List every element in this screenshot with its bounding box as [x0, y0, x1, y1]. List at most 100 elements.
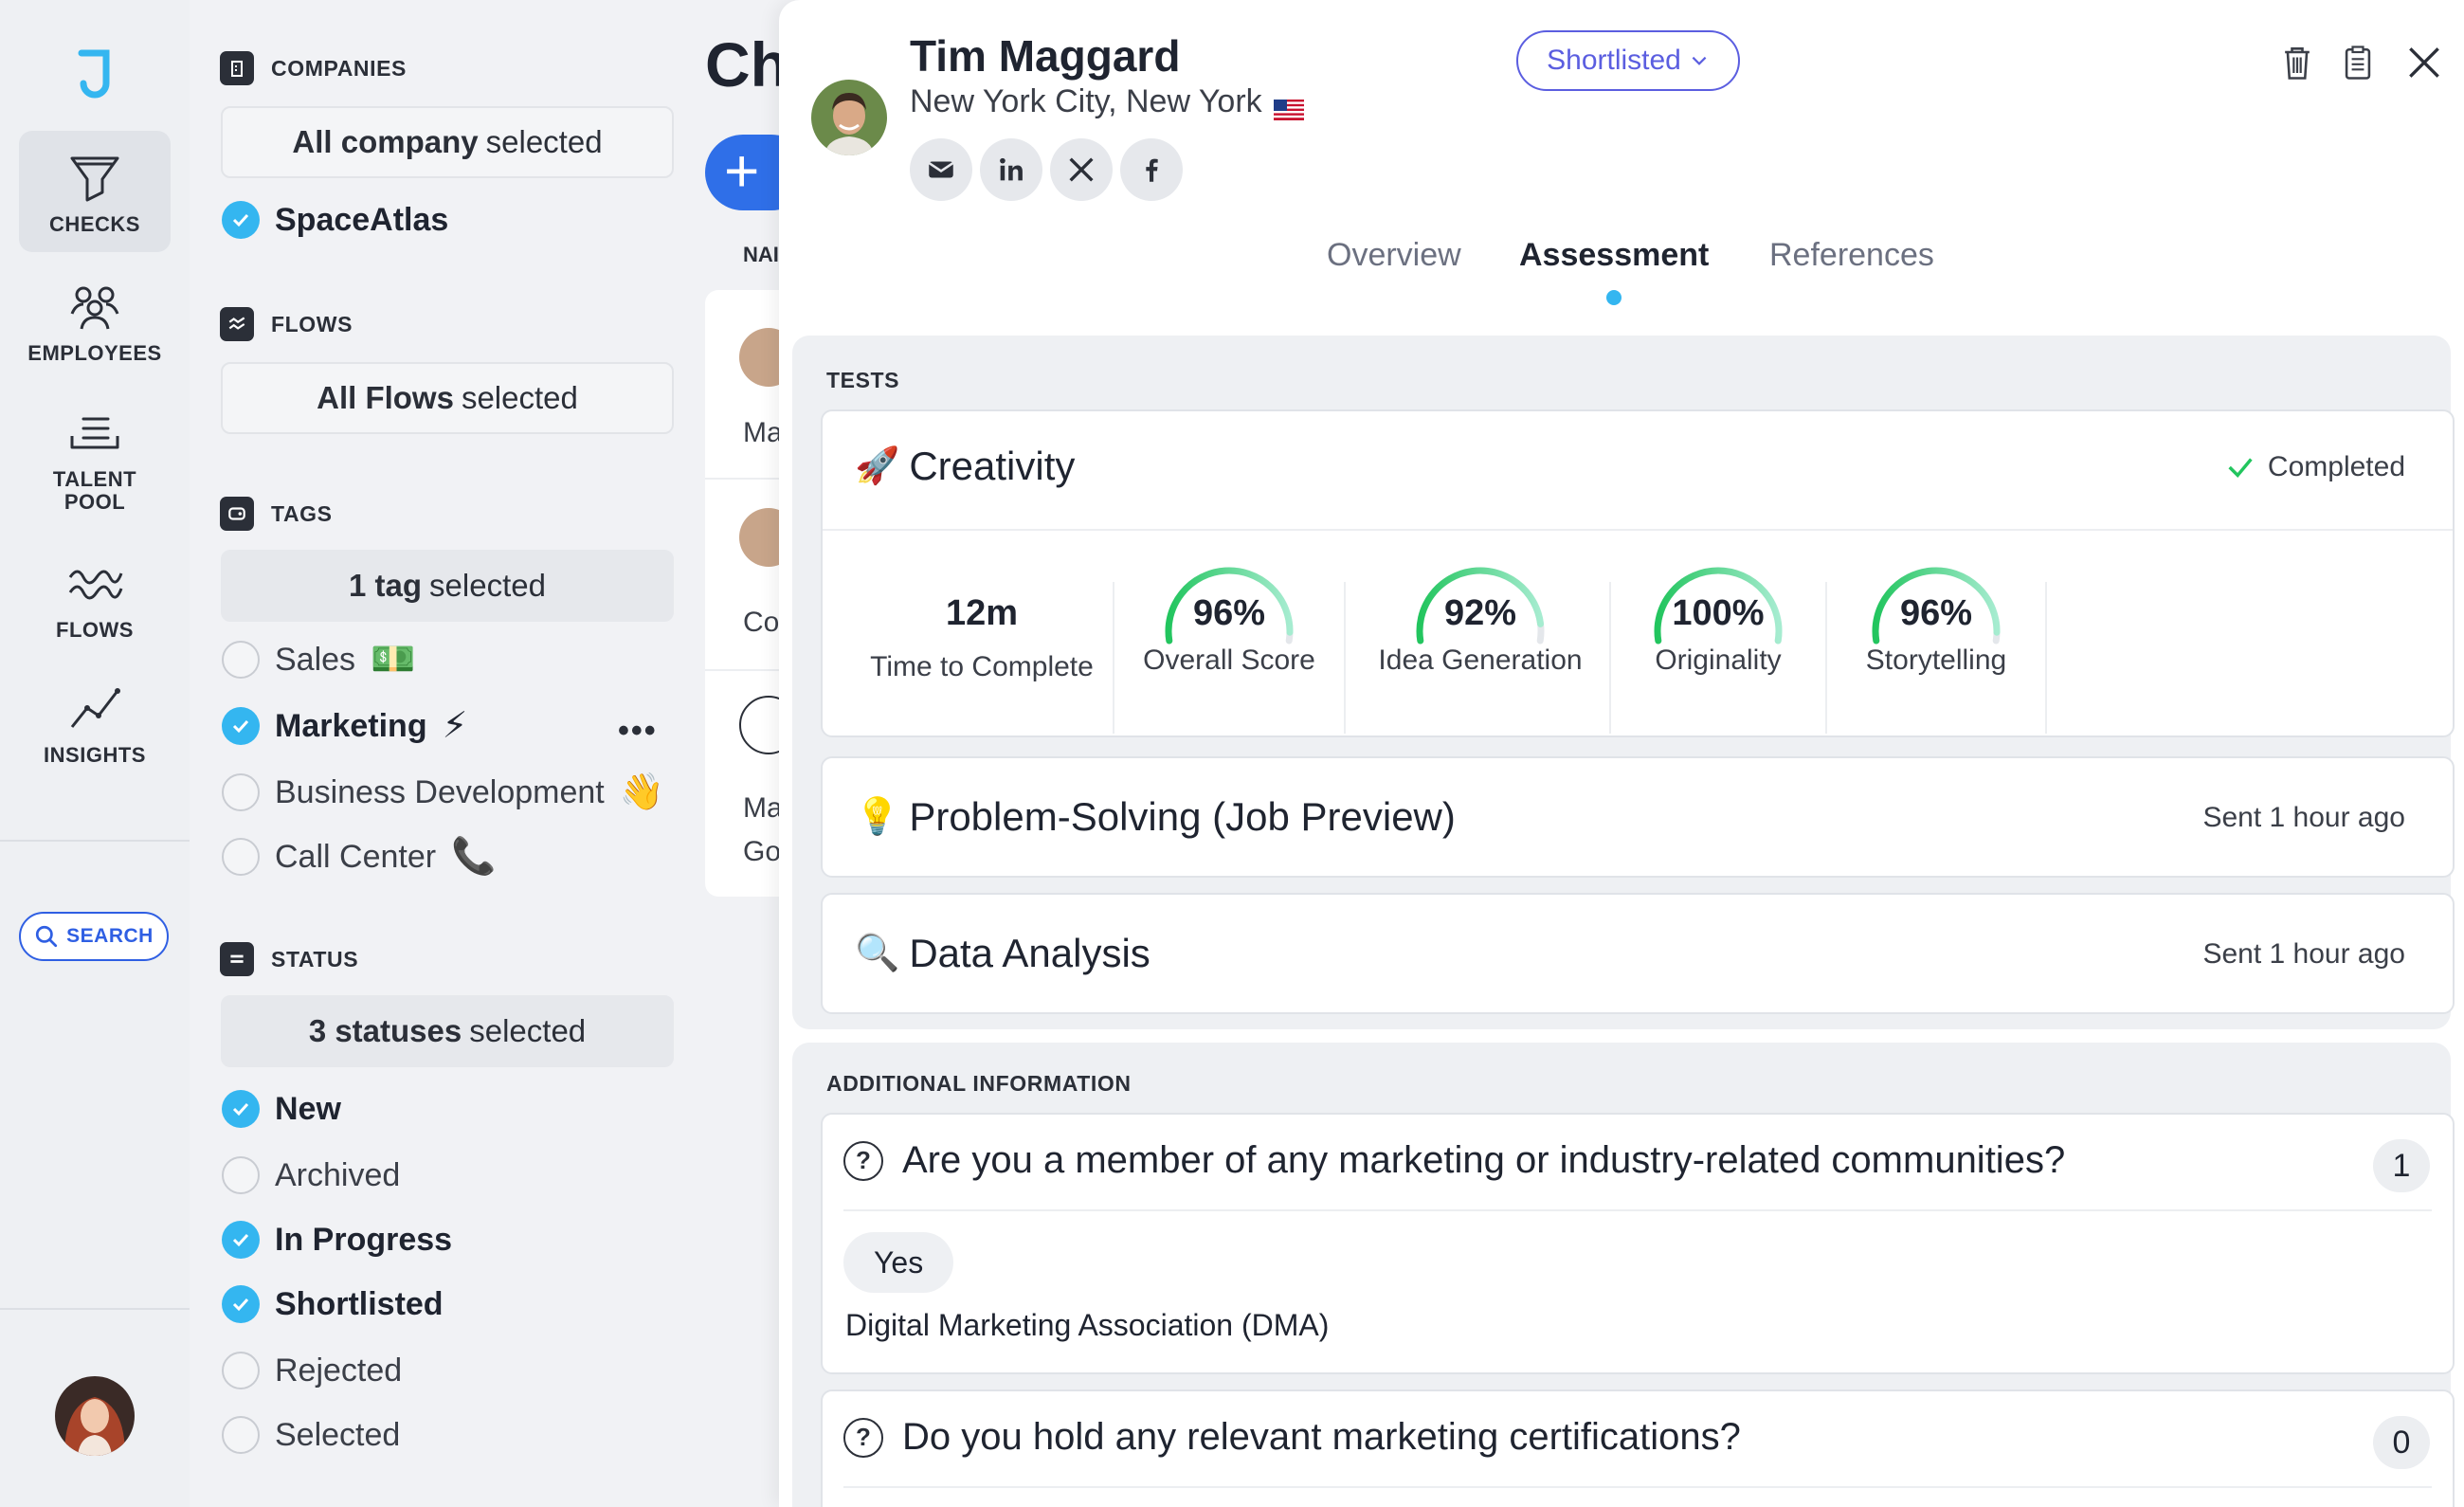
status-selector[interactable]: 3 statuses selected — [221, 995, 674, 1067]
tab-references[interactable]: References — [1769, 237, 1934, 274]
metric-overall-score: 96% Overall Score — [1116, 554, 1342, 677]
divider — [0, 1308, 190, 1310]
nav-item-employees[interactable]: EMPLOYEES — [19, 267, 171, 373]
status-option-in-progress[interactable]: In Progress — [222, 1221, 452, 1259]
test-card-creativity[interactable]: 🚀 Creativity Completed 12m Time to Compl… — [821, 409, 2455, 737]
funnel-icon — [70, 156, 119, 202]
candidate-avatar — [811, 80, 887, 155]
x-icon[interactable] — [1050, 138, 1113, 201]
candidate-panel: Tim Maggard New York City, New York Shor… — [779, 0, 2464, 1507]
facebook-icon[interactable] — [1120, 138, 1183, 201]
mail-icon[interactable] — [910, 138, 972, 201]
checkbox-checked[interactable] — [222, 1221, 260, 1259]
flows-icon — [220, 307, 254, 341]
close-icon[interactable] — [2400, 38, 2449, 87]
nav-item-insights[interactable]: INSIGHTS — [19, 669, 171, 775]
metric-idea-generation: 92% Idea Generation — [1348, 554, 1613, 677]
clipboard-icon[interactable] — [2333, 38, 2382, 87]
divider — [0, 840, 190, 842]
trash-icon[interactable] — [2273, 38, 2322, 87]
flows-selector[interactable]: All Flows selected — [221, 362, 674, 434]
question-icon: ? — [843, 1417, 883, 1458]
candidate-location: New York City, New York — [910, 83, 1304, 120]
tab-assessment[interactable]: Assessment — [1519, 237, 1709, 274]
tag-option-sales[interactable]: Sales 💵 — [222, 641, 415, 679]
nav-item-talent-pool[interactable]: TALENT POOL — [19, 396, 171, 519]
nav-label: TALENT POOL — [52, 466, 137, 514]
social-links — [910, 138, 1183, 201]
status-dropdown[interactable]: Shortlisted — [1516, 30, 1740, 91]
status-option-archived[interactable]: Archived — [222, 1156, 400, 1194]
checkbox-unchecked[interactable] — [222, 1352, 260, 1389]
tab-bar: Overview Assessment References — [779, 237, 2464, 313]
score-gauge: 100% — [1642, 554, 1794, 645]
list-item[interactable]: Co — [743, 607, 779, 639]
answer-count-badge: 1 — [2373, 1139, 2430, 1192]
companies-selector[interactable]: All company selected — [221, 106, 674, 178]
divider — [1344, 582, 1346, 734]
score-gauge: 96% — [1153, 554, 1305, 645]
search-button[interactable]: SEARCH — [19, 912, 169, 961]
metric-originality: 100% Originality — [1613, 554, 1823, 677]
checkbox-checked[interactable] — [222, 1090, 260, 1128]
checkbox-checked[interactable] — [222, 707, 260, 745]
metric-time: 12m Time to Complete — [853, 593, 1111, 717]
checkbox-unchecked[interactable] — [222, 641, 260, 679]
list-item[interactable]: Ma — [743, 417, 783, 449]
column-header: NAI — [743, 243, 779, 266]
search-label: SEARCH — [66, 925, 154, 947]
nav-item-flows[interactable]: FLOWS — [19, 544, 171, 650]
test-card-problem-solving[interactable]: 💡 Problem-Solving (Job Preview) Sent 1 h… — [821, 756, 2455, 878]
status-heading: STATUS — [220, 942, 358, 976]
nav-label: EMPLOYEES — [27, 340, 162, 365]
tags-selector[interactable]: 1 tag selected — [221, 550, 674, 622]
status-option-shortlisted[interactable]: Shortlisted — [222, 1285, 444, 1323]
tag-icon — [220, 497, 254, 531]
divider — [1825, 582, 1827, 734]
search-icon — [36, 925, 58, 948]
answer-chip: Yes — [843, 1232, 954, 1293]
tests-heading: TESTS — [826, 368, 900, 392]
tests-section: TESTS 🚀 Creativity Completed 12m Time to… — [792, 336, 2455, 1029]
test-title: 🔍 Data Analysis — [855, 931, 1150, 975]
checkbox-unchecked[interactable] — [222, 838, 260, 876]
divider — [823, 529, 2453, 531]
linkedin-icon[interactable] — [980, 138, 1042, 201]
checkbox-unchecked[interactable] — [222, 1156, 260, 1194]
tags-heading: TAGS — [220, 497, 333, 531]
status-option-rejected[interactable]: Rejected — [222, 1352, 402, 1389]
lightning-icon: ⚡ — [442, 706, 468, 746]
app-logo[interactable] — [74, 47, 116, 100]
checkbox-checked[interactable] — [222, 201, 260, 239]
test-title: 💡 Problem-Solving (Job Preview) — [855, 794, 1456, 839]
company-option-spaceatlas[interactable]: SpaceAtlas — [222, 201, 448, 239]
tag-option-business-development[interactable]: Business Development 👋 — [222, 773, 664, 811]
tag-option-marketing[interactable]: Marketing ⚡ — [222, 707, 467, 745]
list-item[interactable]: Go — [743, 836, 781, 868]
tab-overview[interactable]: Overview — [1327, 237, 1461, 274]
list-item[interactable]: Ma — [743, 792, 783, 825]
phone-icon: 📞 — [451, 837, 497, 877]
test-card-data-analysis[interactable]: 🔍 Data Analysis Sent 1 hour ago — [821, 893, 2455, 1014]
test-status: Sent 1 hour ago — [2202, 802, 2405, 833]
nav-label: CHECKS — [49, 211, 140, 236]
time-label: Time to Complete — [870, 651, 1094, 682]
status-option-new[interactable]: New — [222, 1090, 341, 1128]
rocket-icon: 🚀 — [855, 446, 900, 486]
nav-item-checks[interactable]: CHECKS — [19, 131, 171, 252]
checkbox-unchecked[interactable] — [222, 1416, 260, 1454]
more-options-icon[interactable]: ••• — [618, 713, 658, 750]
candidate-list-background: Ch + NAI Ma Co Ma Go — [682, 0, 809, 1507]
checkbox-unchecked[interactable] — [222, 773, 260, 811]
filter-panel: COMPANIES All company selected SpaceAtlas… — [190, 0, 682, 1507]
tag-option-call-center[interactable]: Call Center 📞 — [222, 838, 496, 876]
divider — [843, 1486, 2432, 1488]
candidate-name: Tim Maggard — [910, 31, 1181, 81]
time-value: 12m — [945, 593, 1019, 633]
checkbox-checked[interactable] — [222, 1285, 260, 1323]
status-option-selected[interactable]: Selected — [222, 1416, 400, 1454]
user-avatar[interactable] — [55, 1376, 135, 1456]
divider — [1113, 582, 1114, 734]
active-tab-indicator — [1606, 290, 1622, 305]
nav-label: FLOWS — [56, 617, 134, 642]
